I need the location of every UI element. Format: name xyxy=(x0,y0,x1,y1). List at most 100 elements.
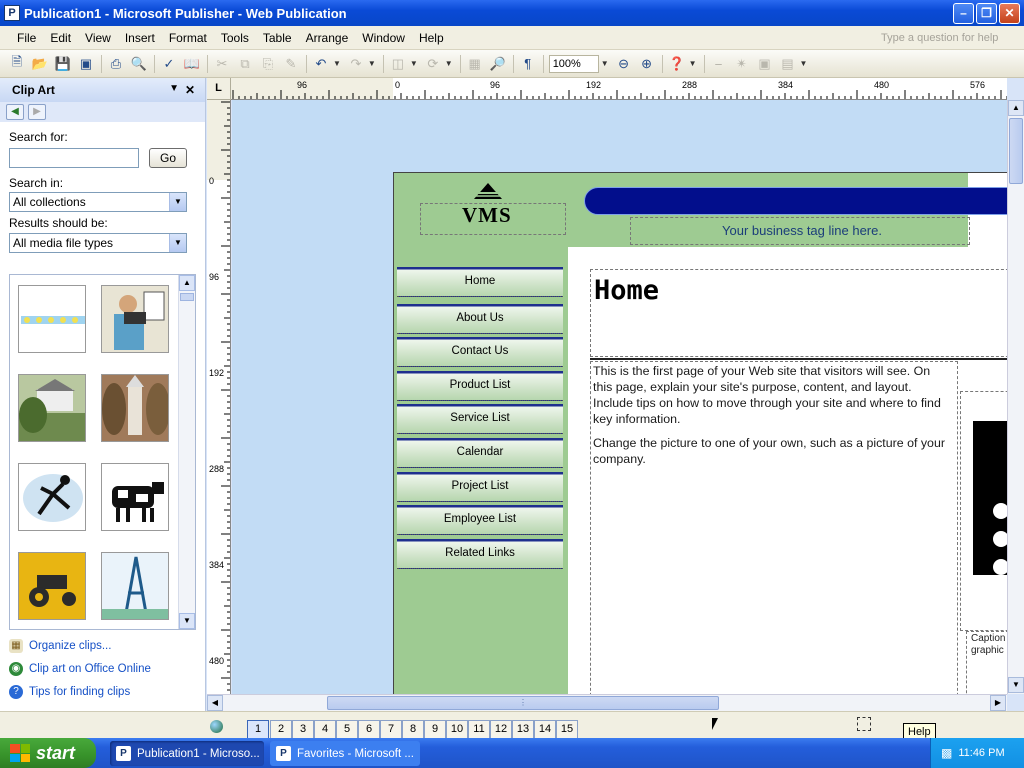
clip-thumb-photographer[interactable] xyxy=(101,285,169,353)
page-button-8[interactable]: 8 xyxy=(402,720,424,739)
task-pane-menu-icon[interactable]: ▼ xyxy=(169,83,179,94)
organize-clips-link[interactable]: ▦ Organize clips... xyxy=(9,639,111,653)
hotspot-icon[interactable]: ✴ xyxy=(731,53,753,75)
menu-arrange[interactable]: Arrange xyxy=(299,31,356,45)
menu-table[interactable]: Table xyxy=(256,31,299,45)
paste-icon[interactable]: ⎘ xyxy=(257,53,279,75)
page-heading[interactable]: Home xyxy=(594,275,659,306)
redo-icon[interactable]: ↷ xyxy=(345,53,367,75)
zoom-in-icon[interactable]: ⊕ xyxy=(636,53,658,75)
language-icon[interactable]: ▩ xyxy=(941,746,952,760)
ruler-origin-corner[interactable]: L xyxy=(207,78,231,100)
body-text[interactable]: This is the first page of your Web site … xyxy=(593,363,948,475)
format-painter-icon[interactable]: ✎ xyxy=(280,53,302,75)
image-icon[interactable]: ▤ xyxy=(777,53,799,75)
redo-dropdown-icon[interactable]: ▼ xyxy=(368,59,376,68)
clip-thumb-border[interactable] xyxy=(18,285,86,353)
organize-clips-label[interactable]: Organize clips... xyxy=(29,640,111,652)
menu-format[interactable]: Format xyxy=(162,31,214,45)
close-button[interactable]: ✕ xyxy=(999,3,1020,24)
page-button-4[interactable]: 4 xyxy=(314,720,336,739)
bring-to-front-icon[interactable]: ◫ xyxy=(387,53,409,75)
menu-edit[interactable]: Edit xyxy=(43,31,78,45)
page-button-5[interactable]: 5 xyxy=(336,720,358,739)
nav-calendar[interactable]: Calendar xyxy=(397,438,563,468)
clip-thumb-cow[interactable] xyxy=(101,463,169,531)
toolbar-options-icon[interactable]: ▼ xyxy=(689,59,697,68)
nav-contact-us[interactable]: Contact Us xyxy=(397,337,563,367)
menu-view[interactable]: View xyxy=(78,31,118,45)
menu-insert[interactable]: Insert xyxy=(118,31,162,45)
page-button-7[interactable]: 7 xyxy=(380,720,402,739)
rotate-icon[interactable]: ⟳ xyxy=(422,53,444,75)
publication-page[interactable]: VMS Your business tag line here. Home Ab… xyxy=(393,172,1007,694)
chevron-down-icon[interactable]: ▼ xyxy=(169,193,186,211)
horizontal-scroll-thumb[interactable]: ⋮ xyxy=(327,696,719,710)
horizontal-ruler[interactable]: 96 0 96 192 288 384 480 576 xyxy=(231,78,1007,100)
page-button-11[interactable]: 11 xyxy=(468,720,490,739)
nav-project-list[interactable]: Project List xyxy=(397,472,563,502)
taskbar-button-publication1[interactable]: P Publication1 - Microso... xyxy=(110,741,264,766)
task-pane-close-icon[interactable]: ✕ xyxy=(185,83,195,97)
research-icon[interactable]: 📖 xyxy=(181,53,203,75)
print-preview-icon[interactable]: 🔍 xyxy=(128,53,150,75)
back-arrow-icon[interactable]: ◀ xyxy=(6,104,24,120)
scroll-down-icon[interactable]: ▼ xyxy=(1008,677,1024,693)
zoom-out-icon[interactable]: ⊖ xyxy=(613,53,635,75)
placeholder-picture[interactable] xyxy=(973,421,1007,575)
copy-icon[interactable]: ⧉ xyxy=(234,53,256,75)
clip-art-online-link[interactable]: ◉ Clip art on Office Online xyxy=(9,662,151,676)
clip-search-input[interactable] xyxy=(9,148,139,168)
publisher-app-icon[interactable]: P xyxy=(4,5,20,21)
zoom-combo[interactable]: 100% xyxy=(548,54,599,73)
taskbar-button-favorites[interactable]: P Favorites - Microsoft ... xyxy=(270,741,420,766)
scroll-down-icon[interactable]: ▼ xyxy=(179,613,195,629)
vertical-scrollbar[interactable]: ▲ ▼ xyxy=(1007,100,1024,694)
menu-window[interactable]: Window xyxy=(355,31,412,45)
results-select[interactable]: All media file types ▼ xyxy=(9,233,187,253)
nav-about-us[interactable]: About Us xyxy=(397,304,563,334)
nav-home[interactable]: Home xyxy=(397,267,563,297)
go-button[interactable]: Go xyxy=(149,148,187,168)
rotate-dropdown-icon[interactable]: ▼ xyxy=(445,59,453,68)
clip-thumb-tractor[interactable] xyxy=(18,552,86,620)
workspace-canvas[interactable]: VMS Your business tag line here. Home Ab… xyxy=(232,100,1007,694)
menu-help[interactable]: Help xyxy=(412,31,451,45)
vertical-ruler[interactable]: 0 96 192 288 384 480 xyxy=(207,100,231,694)
minimize-button[interactable]: – xyxy=(953,3,974,24)
page-button-14[interactable]: 14 xyxy=(534,720,556,739)
new-publication-icon[interactable]: 🗎 xyxy=(6,53,28,75)
header-blue-bar[interactable] xyxy=(584,187,1007,215)
nav-service-list[interactable]: Service List xyxy=(397,404,563,434)
gallery-scrollbar[interactable]: ▲ ▼ xyxy=(178,275,195,629)
bring-front-dropdown-icon[interactable]: ▼ xyxy=(410,59,418,68)
link-icon[interactable]: ⎯ xyxy=(708,53,730,75)
clip-thumb-figure[interactable] xyxy=(18,463,86,531)
page-button-9[interactable]: 9 xyxy=(424,720,446,739)
special-characters-icon[interactable]: ¶ xyxy=(517,53,539,75)
undo-dropdown-icon[interactable]: ▼ xyxy=(333,59,341,68)
help-icon[interactable]: ❓ xyxy=(666,53,688,75)
cut-icon[interactable]: ✂ xyxy=(211,53,233,75)
print-icon[interactable]: ⎙ xyxy=(105,53,127,75)
scroll-right-icon[interactable]: ▶ xyxy=(990,695,1006,711)
page-button-6[interactable]: 6 xyxy=(358,720,380,739)
menu-file[interactable]: File xyxy=(10,31,43,45)
forward-arrow-icon[interactable]: ▶ xyxy=(28,104,46,120)
ask-question-box[interactable]: Type a question for help xyxy=(876,29,1016,47)
tips-finding-clips-link[interactable]: ? Tips for finding clips xyxy=(9,685,130,699)
permission-icon[interactable]: ▣ xyxy=(75,53,97,75)
nav-related-links[interactable]: Related Links xyxy=(397,539,563,569)
body-paragraph-1[interactable]: This is the first page of your Web site … xyxy=(593,363,948,427)
undo-icon[interactable]: ↶ xyxy=(310,53,332,75)
page-button-10[interactable]: 10 xyxy=(446,720,468,739)
scroll-left-icon[interactable]: ◀ xyxy=(207,695,223,711)
spelling-icon[interactable]: ✓ xyxy=(158,53,180,75)
horizontal-scrollbar[interactable]: ◀ ⋮ ▶ xyxy=(207,694,1007,711)
vertical-scroll-thumb[interactable] xyxy=(1009,118,1023,184)
web-globe-icon[interactable] xyxy=(210,720,223,733)
clip-thumb-eiffel[interactable] xyxy=(101,552,169,620)
open-folder-icon[interactable]: 📂 xyxy=(29,53,51,75)
scroll-up-icon[interactable]: ▲ xyxy=(179,275,195,291)
picture-caption[interactable]: Caption graphic xyxy=(971,633,1005,657)
